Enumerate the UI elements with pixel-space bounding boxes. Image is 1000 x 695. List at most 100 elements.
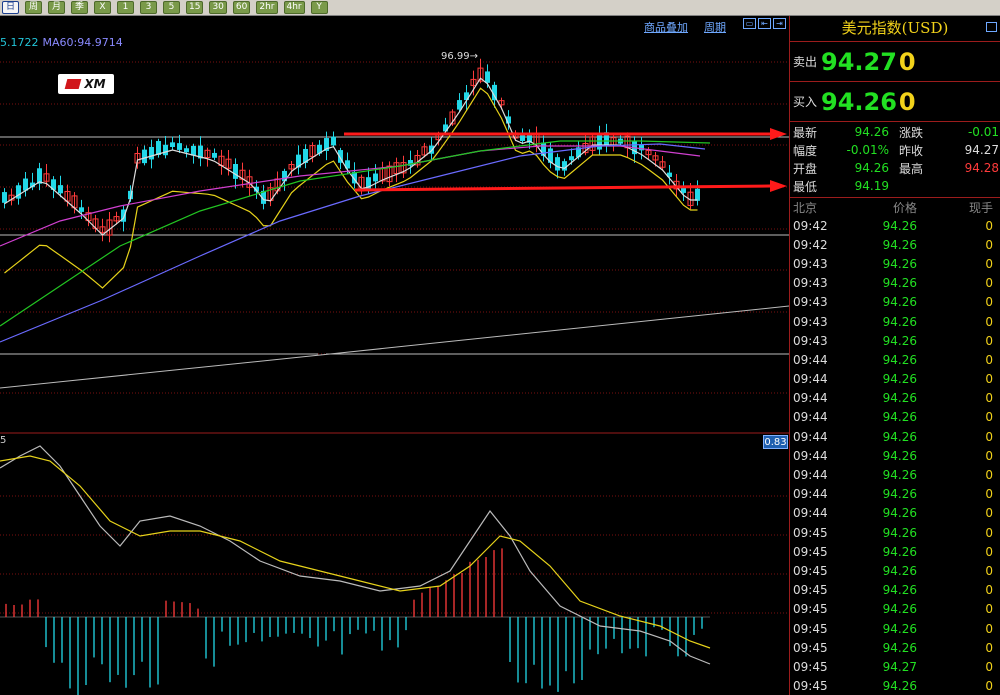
tick-t: 09:44 bbox=[793, 468, 828, 483]
tick-t: 09:44 bbox=[793, 487, 828, 502]
ma-short-line bbox=[4, 77, 698, 236]
tick-v: 0 bbox=[985, 583, 993, 598]
xm-flag-icon bbox=[65, 79, 82, 89]
period-link[interactable]: 周期 bbox=[704, 19, 726, 35]
candle-body bbox=[597, 134, 602, 150]
tick-v: 0 bbox=[985, 295, 993, 310]
ticks-header-volume: 现手 bbox=[968, 200, 993, 215]
tick-v: 0 bbox=[985, 276, 993, 291]
ma-legend: 5.1722 MA60:94.9714 bbox=[0, 36, 127, 49]
period-button-2[interactable]: 月 bbox=[48, 1, 65, 14]
tick-p: 94.26 bbox=[882, 487, 917, 502]
tick-row: 09:43 94.26 0 bbox=[790, 331, 1000, 350]
chart-area[interactable]: 5.1722 MA60:94.9714 商品叠加 周期 ▭ ⇤ ⇥ XM 96.9… bbox=[0, 16, 789, 695]
buy-label: 买入 bbox=[793, 95, 818, 109]
tick-t: 09:45 bbox=[793, 659, 828, 674]
period-button-3[interactable]: 季 bbox=[71, 1, 88, 14]
stats-v: 94.26 bbox=[854, 161, 889, 175]
sell-row: 卖出 94.27 0 bbox=[790, 42, 1000, 82]
tick-row: 09:43 94.26 0 bbox=[790, 274, 1000, 293]
tick-v: 0 bbox=[985, 256, 993, 271]
tick-p: 94.26 bbox=[882, 544, 917, 559]
stats-v2: -0.01 bbox=[967, 125, 999, 139]
tick-v: 0 bbox=[985, 544, 993, 559]
tick-p: 94.26 bbox=[882, 563, 917, 578]
tick-p: 94.26 bbox=[882, 679, 917, 694]
tick-p: 94.26 bbox=[882, 314, 917, 329]
tick-v: 0 bbox=[985, 410, 993, 425]
stats-k: 最低 bbox=[793, 179, 818, 194]
tick-p: 94.26 bbox=[882, 237, 917, 252]
tick-p: 94.26 bbox=[882, 429, 917, 444]
period-button-12[interactable]: 4hr bbox=[283, 1, 305, 14]
tick-p: 94.26 bbox=[882, 468, 917, 483]
period-button-4[interactable]: X bbox=[94, 1, 111, 14]
tick-t: 09:44 bbox=[793, 448, 828, 463]
tick-t: 09:45 bbox=[793, 525, 828, 540]
period-button-13[interactable]: Y bbox=[310, 1, 328, 14]
tick-v: 0 bbox=[985, 237, 993, 252]
tick-row: 09:44 94.26 0 bbox=[790, 465, 1000, 484]
overlay-link[interactable]: 商品叠加 bbox=[644, 19, 688, 35]
tick-p: 94.27 bbox=[882, 659, 917, 674]
candle-body bbox=[191, 145, 196, 156]
stats-v: 94.19 bbox=[854, 179, 889, 193]
period-button-7[interactable]: 5 bbox=[163, 1, 180, 14]
tick-t: 09:43 bbox=[793, 256, 828, 271]
sell-label: 卖出 bbox=[793, 55, 818, 69]
candle-body bbox=[170, 142, 175, 147]
tick-row: 09:44 94.26 0 bbox=[790, 389, 1000, 408]
tick-t: 09:42 bbox=[793, 218, 828, 233]
period-button-6[interactable]: 3 bbox=[140, 1, 157, 14]
candlestick-chart[interactable] bbox=[0, 16, 789, 695]
tick-p: 94.26 bbox=[882, 352, 917, 367]
candle-body bbox=[555, 157, 560, 171]
stats-k2: 最高 bbox=[899, 161, 924, 176]
ticks-header-price: 价格 bbox=[892, 200, 917, 215]
restore-icon[interactable]: ▭ bbox=[743, 18, 756, 29]
tick-t: 09:45 bbox=[793, 544, 828, 559]
period-button-10[interactable]: 60 bbox=[232, 1, 251, 14]
tick-v: 0 bbox=[985, 218, 993, 233]
period-button-5[interactable]: 1 bbox=[117, 1, 134, 14]
stats-k: 最新 bbox=[793, 125, 818, 140]
period-toolbar: 日周月季 X 1 3 5 15 30 60 2hr 4hr Y bbox=[0, 0, 1000, 16]
period-button-9[interactable]: 30 bbox=[209, 1, 227, 14]
tick-p: 94.26 bbox=[882, 391, 917, 406]
candle-body bbox=[562, 161, 567, 171]
tick-v: 0 bbox=[985, 621, 993, 636]
stats-row: 开盘 94.26 最高 94.28 bbox=[793, 159, 1000, 177]
stats-row: 最低 94.19 bbox=[793, 177, 1000, 195]
ticks-list: 09:42 94.26 0 09:42 94.26 0 09:43 94.26 0 09:43 94… bbox=[790, 216, 1000, 695]
tick-t: 09:45 bbox=[793, 621, 828, 636]
tick-t: 09:44 bbox=[793, 352, 828, 367]
tick-p: 94.26 bbox=[882, 372, 917, 387]
tick-p: 94.26 bbox=[882, 218, 917, 233]
tick-v: 0 bbox=[985, 487, 993, 502]
tick-v: 0 bbox=[985, 448, 993, 463]
tick-row: 09:45 94.27 0 bbox=[790, 657, 1000, 676]
tick-row: 09:45 94.26 0 bbox=[790, 523, 1000, 542]
tick-v: 0 bbox=[985, 506, 993, 521]
trend-line bbox=[0, 353, 331, 389]
tick-t: 09:42 bbox=[793, 237, 828, 252]
macd-value-badge: 0.83 bbox=[763, 435, 788, 449]
tick-row: 09:45 94.26 0 bbox=[790, 619, 1000, 638]
tick-row: 09:45 94.26 0 bbox=[790, 581, 1000, 600]
tick-p: 94.26 bbox=[882, 333, 917, 348]
period-button-8[interactable]: 15 bbox=[186, 1, 204, 14]
candle-body bbox=[485, 71, 490, 83]
period-button-1[interactable]: 周 bbox=[25, 1, 42, 14]
stats-k2: 昨收 bbox=[899, 143, 924, 158]
split-left-icon[interactable]: ⇤ bbox=[758, 18, 771, 29]
split-right-icon[interactable]: ⇥ bbox=[773, 18, 786, 29]
candle-body bbox=[142, 149, 147, 164]
panel-restore-icon[interactable] bbox=[986, 22, 997, 32]
tick-row: 09:44 94.26 0 bbox=[790, 370, 1000, 389]
stats-k2: 涨跌 bbox=[899, 125, 924, 140]
period-button-11[interactable]: 2hr bbox=[256, 1, 278, 14]
candle-body bbox=[58, 185, 63, 194]
period-button-0[interactable]: 日 bbox=[2, 1, 19, 14]
tick-row: 09:45 94.26 0 bbox=[790, 677, 1000, 695]
tick-p: 94.26 bbox=[882, 295, 917, 310]
